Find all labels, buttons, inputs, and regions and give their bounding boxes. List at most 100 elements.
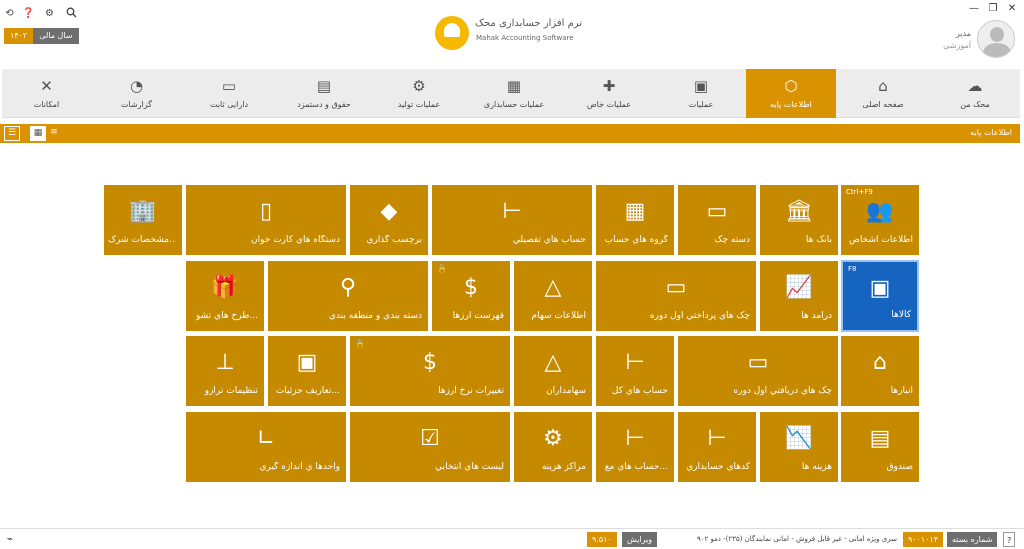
tile-income[interactable]: 📈 درآمد ها: [760, 261, 838, 331]
tile-detail-accounts[interactable]: ⊢ حساب هاي تفصيلي: [432, 185, 592, 255]
scale-icon: ⊥: [215, 350, 235, 375]
cheque-plus-icon: ▭: [747, 350, 769, 375]
home-icon: ⌂: [878, 77, 888, 95]
settings-icon[interactable]: ⚙: [43, 7, 56, 20]
grid-view-icon[interactable]: ▦: [30, 126, 46, 141]
tile-shares[interactable]: △ اطلاعات سهام: [514, 261, 592, 331]
map-pin-icon: ⚲: [339, 275, 357, 300]
tile-units[interactable]: ∟ واحدها ي اندازه گيري: [186, 412, 346, 482]
help-icon[interactable]: ❓: [22, 7, 35, 20]
tile-company-specs[interactable]: 🏢 مشخصات شرک...: [104, 185, 182, 255]
people-icon: 👥: [866, 199, 894, 224]
list-view-icon[interactable]: ≡: [46, 126, 62, 141]
help-icon[interactable]: ?: [1003, 532, 1016, 547]
tile-general-accounts[interactable]: ⊢ حساب هاي کل: [596, 336, 674, 406]
tile-card-readers[interactable]: ▯ دستگاه هاي کارت خوان: [186, 185, 346, 255]
register-icon: ▣: [693, 77, 709, 95]
tree-icon: ⊢: [625, 426, 645, 451]
app-header: ⟲ ❓ ⚙ ۱۴۰۲ سال مالی نرم افزار حسابداری م…: [0, 0, 1024, 68]
tree-icon: ⊢: [502, 199, 522, 224]
expense-chart-icon: 📉: [785, 426, 813, 451]
logo-title: نرم افزار حسابداری محک: [475, 18, 583, 29]
coins-icon: $: [464, 275, 478, 300]
production-icon: ⚙: [412, 77, 426, 95]
fiscal-year-label: سال مالی: [33, 28, 79, 44]
salary-icon: ▤: [316, 77, 332, 95]
lock-icon: 🔒: [355, 339, 365, 348]
nav-item-payroll[interactable]: ▤ حقوق و دستمزد: [277, 69, 371, 118]
tile-selection-lists[interactable]: ☑ ليست هاي انتخابي: [350, 412, 510, 482]
shares-icon: △: [544, 275, 562, 300]
box-icon: ⬡: [784, 77, 798, 95]
section-title-bar: ☰ ▦ ≡ اطلاعات پایه: [0, 124, 1020, 143]
report-icon: ◔: [129, 77, 144, 95]
tag-icon: ◆: [380, 199, 398, 224]
asset-icon: ▭: [221, 77, 237, 95]
nav-item-accounting-operations[interactable]: ▦ عملیات حسابداری: [467, 69, 561, 118]
nav-item-tools[interactable]: ✕ امکانات: [2, 69, 91, 118]
tile-promo-plans[interactable]: 🎁 طرح هاي تشو...: [186, 261, 264, 331]
user-name: مدیر: [955, 29, 971, 38]
warehouse-icon: ⌂: [873, 350, 887, 375]
tile-specific-accounts[interactable]: ⊢ حساب هاي مع...: [596, 412, 674, 482]
tile-scale-settings[interactable]: ⊥ تنظيمات ترازو: [186, 336, 264, 406]
nav-item-home[interactable]: ⌂ صفحه اصلی: [837, 69, 929, 118]
details-icon: ▣: [296, 350, 318, 375]
search-icon[interactable]: [65, 7, 78, 20]
tile-paid-cheques[interactable]: ▭ چک هاي پرداختي اول دوره: [596, 261, 756, 331]
puzzle-icon: ✚: [602, 77, 616, 95]
tools-icon: ✕: [40, 77, 53, 95]
fiscal-year[interactable]: ۱۴۰۲ سال مالی: [4, 28, 79, 44]
close-icon[interactable]: ✕: [1006, 3, 1018, 14]
bank-icon: 🏛: [785, 199, 813, 224]
avatar[interactable]: [977, 20, 1015, 58]
minimize-icon[interactable]: —: [968, 3, 980, 14]
calculator-icon: ▦: [506, 77, 522, 95]
tile-warehouses[interactable]: ⌂ انبارها: [841, 336, 919, 406]
tile-tagging[interactable]: ◆ برچسب گذاري: [350, 185, 428, 255]
checklist-icon: ☑: [420, 426, 440, 451]
logo-icon: [435, 16, 469, 50]
tree-icon: ⊢: [707, 426, 727, 451]
tile-cashbox[interactable]: ▤ صندوق: [841, 412, 919, 482]
tile-account-groups[interactable]: ▦ گروه هاي حساب: [596, 185, 674, 255]
income-chart-icon: 📈: [785, 275, 813, 300]
view-toggle-icon[interactable]: ☰: [4, 126, 20, 141]
tile-regions[interactable]: ⚲ دسته بندي و منطقه بندي: [268, 261, 428, 331]
tile-banks[interactable]: 🏛 بانک ها: [760, 185, 838, 255]
version-label: ویرایش: [622, 532, 658, 547]
tile-detail-definitions[interactable]: ▣ تعاريف جزئيات...: [268, 336, 346, 406]
nav-item-fixed-assets[interactable]: ▭ دارایی ثابت: [182, 69, 276, 118]
nav-item-basic-info[interactable]: ⬡ اطلاعات پایه: [746, 69, 836, 118]
logout-icon[interactable]: ⟲: [3, 7, 16, 20]
groups-icon: ▦: [624, 199, 646, 224]
cheque-icon: ▭: [665, 275, 687, 300]
nav-item-operations[interactable]: ▣ عملیات: [657, 69, 745, 118]
goods-icon: ▣: [869, 276, 891, 301]
connection-icon[interactable]: ⌁: [2, 532, 18, 547]
tile-persons[interactable]: Ctrl+F9 👥 اطلاعات اشخاص: [841, 185, 919, 255]
nav-item-reports[interactable]: ◔ گزارشات: [92, 69, 181, 118]
series-text: سری ویژه امانی - غیر قابل فروش - امانی ن…: [696, 535, 897, 543]
main-nav: ☁ محک من ⌂ صفحه اصلی ⬡ اطلاعات پایه ▣ عم…: [2, 69, 1020, 118]
version-value: ۹.۵۱۰: [587, 532, 617, 547]
fiscal-year-value: ۱۴۰۲: [4, 28, 34, 44]
tile-checkbook[interactable]: ▭ دسته چک: [678, 185, 756, 255]
cost-center-icon: ⚙: [543, 426, 563, 451]
tile-goods[interactable]: F8 ▣ کالاها: [841, 260, 919, 332]
section-title: اطلاعات پایه: [970, 128, 1012, 137]
nav-item-production-operations[interactable]: ⚙ عملیات تولید: [372, 69, 466, 118]
tile-accounting-codes[interactable]: ⊢ کدهاي حسابداري: [678, 412, 756, 482]
checkbook-icon: ▭: [706, 199, 728, 224]
tile-cost-centers[interactable]: ⚙ مراکز هزينه: [514, 412, 592, 482]
restore-icon[interactable]: ❐: [987, 3, 999, 14]
mahak-icon: ☁: [967, 77, 983, 95]
tile-received-cheques[interactable]: ▭ چک هاي دريافتي اول دوره: [678, 336, 838, 406]
tile-expenses[interactable]: 📉 هزينه ها: [760, 412, 838, 482]
nav-item-special-operations[interactable]: ✚ عملیات خاص: [562, 69, 656, 118]
nav-item-my-mahak[interactable]: ☁ محک من: [930, 69, 1020, 118]
tile-currency-list[interactable]: 🔒 $ فهرست ارزها: [432, 261, 510, 331]
tree-icon: ⊢: [625, 350, 645, 375]
tile-shareholders[interactable]: △ سهامداران: [514, 336, 592, 406]
tile-currency-rates[interactable]: 🔒 $ تغييرات نرخ ارزها: [350, 336, 510, 406]
